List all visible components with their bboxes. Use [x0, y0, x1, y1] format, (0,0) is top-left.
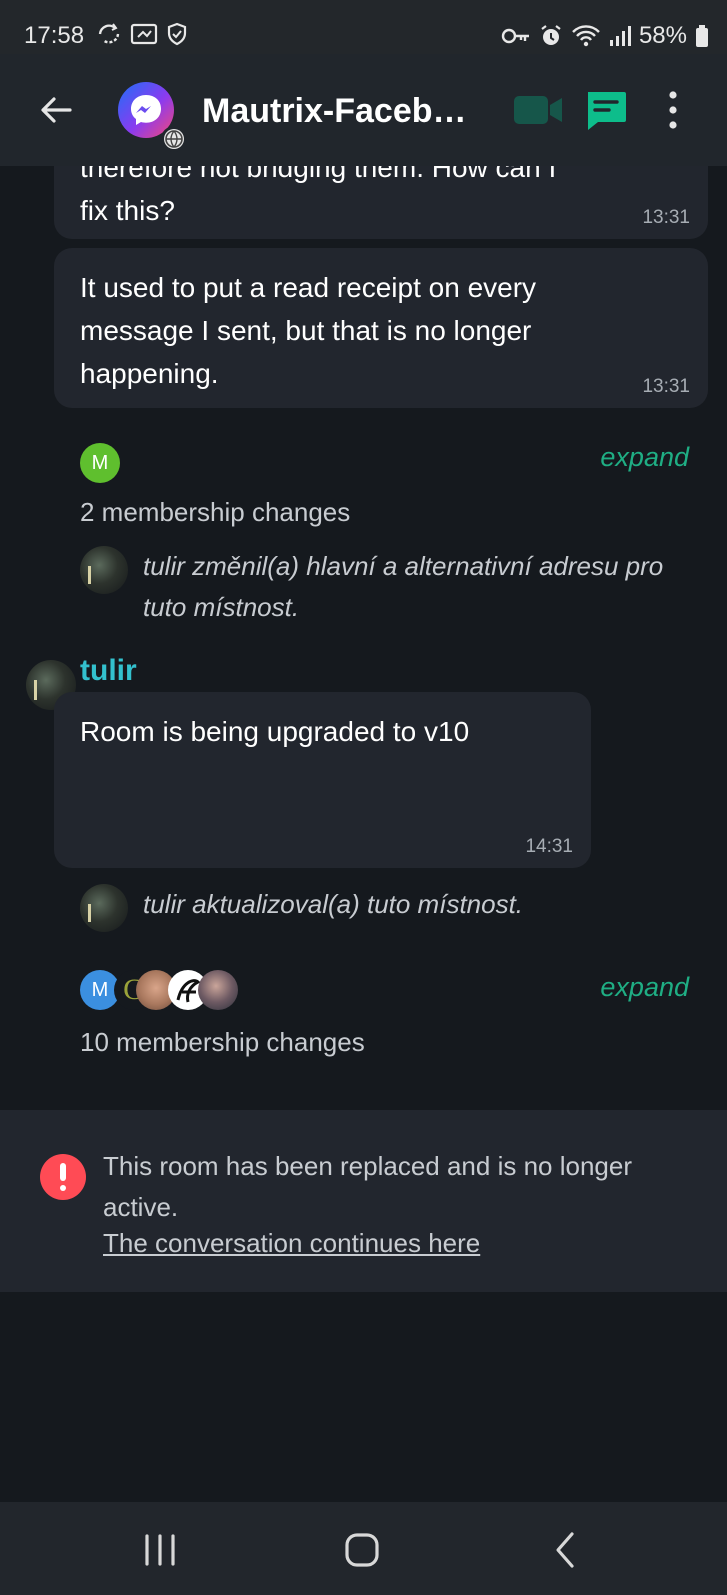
arrow-left-icon[interactable] — [34, 88, 78, 132]
message-text: fix this? — [80, 195, 175, 226]
recent-apps-icon[interactable] — [142, 1530, 178, 1570]
event-text: tulir aktualizoval(a) tuto místnost. — [143, 889, 524, 919]
status-right-icons: 58% — [501, 22, 709, 50]
avatar — [80, 884, 128, 932]
signal-icon — [609, 26, 631, 46]
replaced-message: This room has been replaced and is no lo… — [103, 1151, 632, 1222]
message-text: Room is being upgraded to v10 — [80, 716, 470, 747]
home-icon[interactable] — [342, 1530, 382, 1570]
room-title[interactable]: Mautrix-Facebo… — [202, 92, 487, 131]
sync-icon — [98, 23, 120, 44]
key-icon — [501, 28, 529, 44]
room-replaced-notice: This room has been replaced and is no lo… — [0, 1110, 727, 1292]
battery-percent: 58% — [638, 22, 687, 49]
expand-link[interactable]: expand — [600, 442, 689, 473]
status-bar: 17:58 58% — [0, 0, 727, 54]
back-icon[interactable] — [550, 1530, 580, 1570]
warning-icon — [40, 1154, 86, 1200]
membership-summary: 2 membership changes — [80, 497, 351, 527]
messenger-icon — [131, 95, 161, 125]
wifi-icon — [572, 25, 600, 47]
event-text: tulir změnil(a) hlavní a alternativní ad… — [143, 551, 664, 622]
shield-icon — [167, 22, 187, 46]
system-nav-bar — [0, 1502, 727, 1595]
message-timestamp: 14:31 — [525, 836, 573, 857]
status-left-icons — [96, 22, 188, 46]
avatar — [80, 546, 128, 594]
continue-conversation-link[interactable]: The conversation continues here — [103, 1228, 480, 1259]
globe-icon — [161, 126, 187, 152]
room-header: Mautrix-Facebo… — [0, 54, 727, 166]
overflow-menu-icon[interactable] — [665, 90, 681, 130]
message-text: It used to put a read receipt on every m… — [80, 272, 537, 389]
status-time: 17:58 — [24, 22, 85, 49]
alarm-icon — [541, 25, 561, 45]
avatar-stack: M G — [80, 970, 260, 1012]
message-bubble[interactable]: Room is being upgraded to v10 14:31 — [54, 692, 591, 868]
avatar: M — [80, 443, 120, 483]
membership-summary: 10 membership changes — [80, 1027, 365, 1057]
threads-icon[interactable] — [584, 88, 628, 132]
cast-icon — [130, 23, 158, 45]
message-timestamp: 13:31 — [642, 207, 690, 228]
battery-icon — [696, 25, 708, 47]
sender-name[interactable]: tulir — [80, 654, 137, 688]
message-timestamp: 13:31 — [642, 376, 690, 397]
avatar — [198, 970, 238, 1010]
video-call-icon[interactable] — [514, 92, 564, 128]
expand-link[interactable]: expand — [600, 972, 689, 1003]
message-bubble[interactable]: It used to put a read receipt on every m… — [54, 248, 708, 408]
